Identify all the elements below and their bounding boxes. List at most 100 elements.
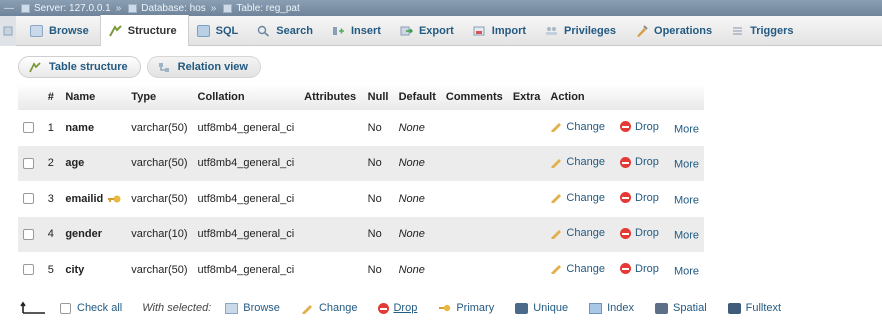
field-null: No	[362, 110, 394, 146]
col-null: Null	[362, 84, 394, 110]
table-row: 3 emailid varchar(50) utf8mb4_general_ci…	[18, 181, 704, 217]
tab-sql-label: SQL	[215, 24, 239, 37]
breadcrumb-separator-icon: »	[210, 2, 217, 14]
breadcrumb-table-label[interactable]: Table: reg_pat	[236, 3, 299, 14]
tab-triggers[interactable]: Triggers	[723, 16, 804, 46]
bulk-primary-label: Primary	[456, 302, 495, 314]
subtab-table-structure-label: Table structure	[49, 61, 128, 73]
tab-search[interactable]: Search	[249, 16, 324, 46]
bulk-browse-label: Browse	[243, 302, 280, 314]
row-checkbox[interactable]	[23, 122, 34, 134]
bulk-change-button[interactable]: Change	[301, 302, 357, 314]
operations-icon	[637, 24, 648, 37]
field-actions: Change Drop More	[545, 216, 704, 252]
field-name: gender	[60, 216, 127, 252]
server-icon	[21, 3, 30, 13]
tab-export[interactable]: Export	[392, 16, 465, 46]
table-row: 4 gender varchar(10) utf8mb4_general_ci …	[18, 216, 704, 252]
drop-link[interactable]: Drop	[620, 263, 659, 275]
change-link[interactable]: Change	[550, 121, 605, 133]
more-link[interactable]: More	[674, 194, 699, 206]
bulk-primary-button[interactable]: Primary	[438, 302, 494, 314]
field-name-label: emailid	[65, 192, 104, 205]
field-comments	[440, 145, 508, 181]
change-link-label: Change	[566, 262, 605, 275]
bulk-fulltext-button[interactable]: Fulltext	[727, 302, 781, 314]
row-num: 1	[42, 110, 61, 146]
tab-browse[interactable]: Browse	[22, 16, 100, 46]
search-icon	[258, 25, 270, 37]
field-extra	[507, 252, 546, 288]
list-icon	[3, 26, 13, 36]
bulk-spatial-label: Spatial	[673, 302, 707, 314]
drop-link-label: Drop	[635, 191, 659, 204]
bulk-unique-button[interactable]: Unique	[515, 302, 568, 314]
breadcrumb: — Server: 127.0.0.1 » Database: hos » Ta…	[0, 0, 882, 16]
breadcrumb-table[interactable]: Table: reg_pat	[221, 3, 300, 14]
bulk-index-label: Index	[607, 302, 634, 314]
table-row: 2 age varchar(50) utf8mb4_general_ci No …	[18, 145, 704, 181]
tab-sql[interactable]: SQL	[189, 16, 250, 46]
bulk-browse-button[interactable]: Browse	[225, 302, 280, 314]
row-checkbox[interactable]	[23, 193, 34, 205]
bulk-spatial-button[interactable]: Spatial	[655, 302, 707, 314]
bulk-index-button[interactable]: Index	[589, 302, 634, 314]
table-header-row: # Name Type Collation Attributes Null De…	[18, 84, 704, 110]
field-default: None	[393, 216, 441, 252]
tab-privileges-label: Privileges	[564, 24, 617, 37]
breadcrumb-database[interactable]: Database: hos	[126, 3, 206, 14]
field-type: varchar(50)	[126, 145, 193, 181]
check-all-label[interactable]: Check all	[77, 302, 122, 314]
row-num: 4	[42, 216, 61, 252]
tab-export-label: Export	[418, 24, 454, 37]
row-checkbox[interactable]	[23, 264, 34, 276]
drop-link[interactable]: Drop	[620, 121, 659, 133]
subtab-table-structure[interactable]: Table structure	[18, 56, 141, 78]
field-actions: Change Drop More	[545, 252, 704, 288]
breadcrumb-server-label[interactable]: Server: 127.0.0.1	[34, 3, 111, 14]
tab-privileges[interactable]: Privileges	[537, 16, 627, 46]
bulk-drop-label: Drop	[393, 302, 418, 314]
col-type: Type	[126, 84, 193, 110]
drop-link[interactable]: Drop	[620, 156, 659, 168]
sql-icon	[196, 24, 210, 37]
breadcrumb-server[interactable]: Server: 127.0.0.1	[19, 3, 111, 14]
drop-link[interactable]: Drop	[620, 227, 659, 239]
row-checkbox[interactable]	[23, 157, 34, 169]
field-name-label: age	[65, 157, 85, 170]
pencil-icon	[551, 194, 562, 203]
tab-operations[interactable]: Operations	[627, 16, 723, 46]
tab-structure[interactable]: Structure	[99, 15, 189, 46]
field-null: No	[362, 181, 394, 217]
col-attributes: Attributes	[299, 84, 363, 110]
col-extra: Extra	[507, 84, 546, 110]
more-link[interactable]: More	[674, 265, 699, 277]
field-type: varchar(10)	[126, 216, 193, 252]
change-link[interactable]: Change	[550, 156, 605, 168]
tab-import[interactable]: Import	[465, 16, 537, 46]
tab-insert[interactable]: Insert	[324, 16, 392, 46]
collapse-dash-icon[interactable]: —	[4, 3, 14, 14]
tab-browse-label: Browse	[49, 24, 89, 37]
field-null: No	[362, 145, 394, 181]
subtab-relation-view[interactable]: Relation view	[146, 56, 261, 78]
bulk-drop-button[interactable]: Drop	[378, 302, 417, 314]
more-link[interactable]: More	[674, 230, 699, 242]
drop-link-label: Drop	[635, 120, 659, 133]
more-link[interactable]: More	[674, 159, 699, 171]
structure-icon	[29, 61, 41, 72]
breadcrumb-database-label[interactable]: Database: hos	[141, 3, 206, 14]
database-icon	[128, 3, 138, 13]
row-checkbox[interactable]	[23, 228, 34, 240]
tab-operations-label: Operations	[654, 24, 713, 37]
field-extra	[507, 181, 546, 217]
drop-link[interactable]: Drop	[620, 192, 659, 204]
change-link[interactable]: Change	[550, 192, 605, 204]
check-all-checkbox[interactable]	[60, 302, 71, 314]
field-name: emailid	[60, 181, 127, 217]
pencil-icon	[551, 265, 562, 274]
more-link[interactable]: More	[674, 123, 699, 135]
change-link[interactable]: Change	[550, 227, 605, 239]
change-link[interactable]: Change	[550, 263, 605, 275]
tab-search-label: Search	[276, 24, 313, 37]
